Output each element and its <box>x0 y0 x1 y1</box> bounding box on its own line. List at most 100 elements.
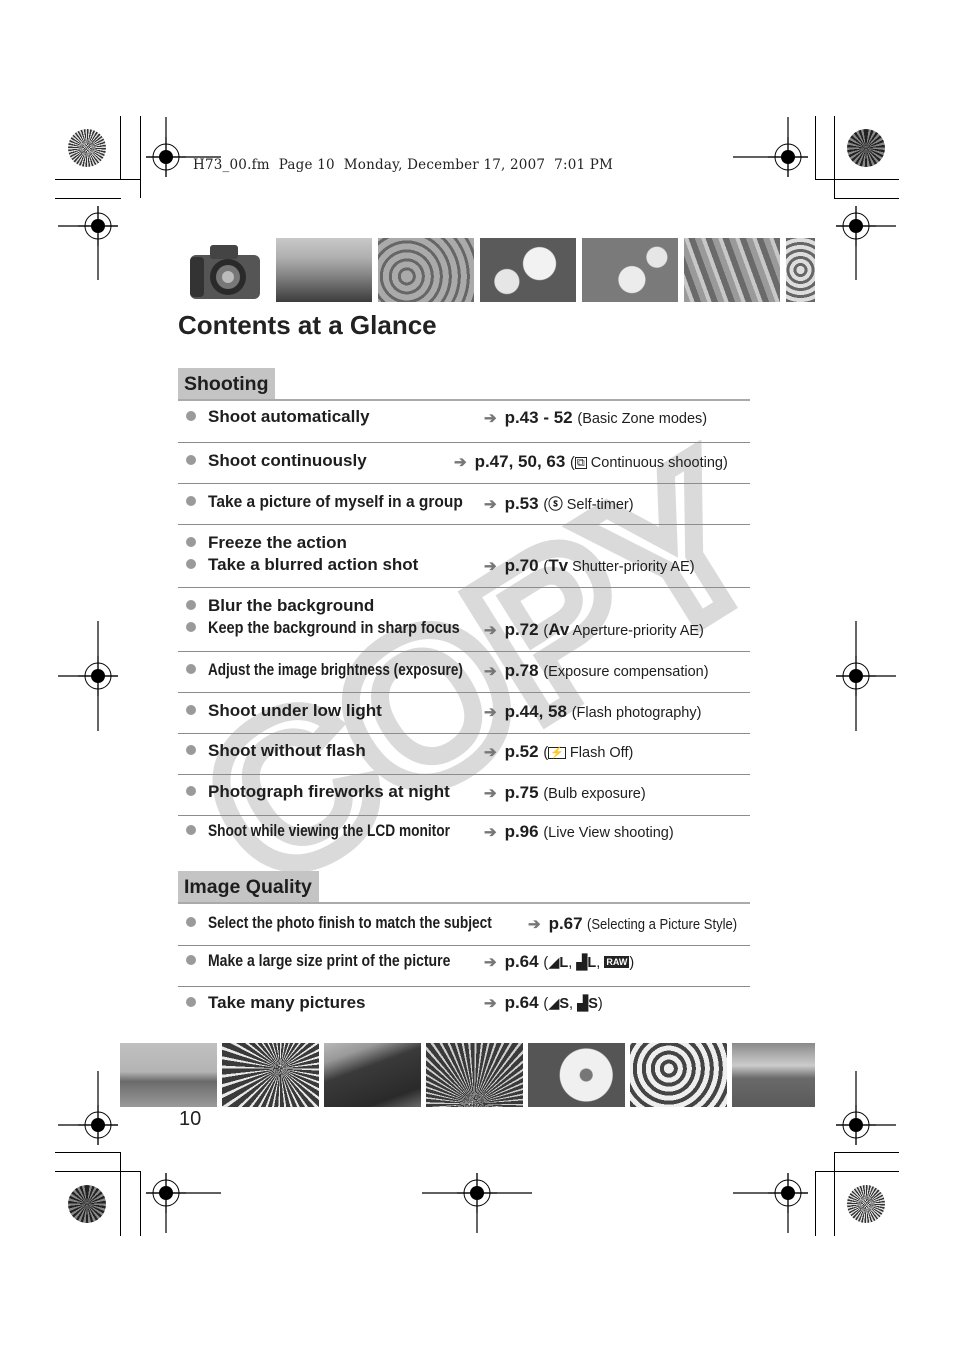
quality-fine-icon: ◢ <box>548 955 560 971</box>
registration-target <box>733 117 809 178</box>
bullet-icon <box>186 825 196 835</box>
registration-target <box>58 621 119 731</box>
registration-target <box>835 1071 896 1146</box>
bullet-icon <box>186 559 196 569</box>
bullet-icon <box>186 786 196 796</box>
page-reference[interactable]: ➔ p.75 (Bulb exposure) <box>484 783 646 803</box>
row-divider <box>178 733 750 734</box>
photo-mountain <box>276 238 372 302</box>
quality-normal-icon: ▟ <box>576 955 588 971</box>
flash-off-icon: ⚡ <box>548 747 566 759</box>
photo-ice-floes <box>378 238 474 302</box>
bullet-icon <box>186 600 196 610</box>
row-divider <box>178 815 750 816</box>
registration-target <box>58 1071 119 1146</box>
section-rule <box>178 902 750 904</box>
bullet-icon <box>186 955 196 965</box>
photo-meadow <box>732 1043 815 1107</box>
arrow-icon: ➔ <box>528 916 541 933</box>
arrow-icon: ➔ <box>484 785 497 802</box>
bullet-icon <box>186 997 196 1007</box>
list-item: Take a blurred action shot <box>186 555 418 575</box>
arrow-icon: ➔ <box>484 558 497 575</box>
list-item: Shoot while viewing the LCD monitor <box>186 822 500 841</box>
bullet-icon <box>186 745 196 755</box>
continuous-shooting-icon: ⧉ <box>574 457 587 469</box>
list-item: Take many pictures <box>186 993 365 1013</box>
bullet-icon <box>186 705 196 715</box>
list-item: Keep the background in sharp focus <box>186 619 494 638</box>
photo-daffodils <box>480 238 576 302</box>
photo-leaves <box>684 238 780 302</box>
registration-target <box>145 1172 221 1233</box>
page-reference[interactable]: ➔ p.52 (⚡ Flash Off) <box>484 742 633 762</box>
bullet-icon <box>186 664 196 674</box>
list-item: Shoot automatically <box>186 407 370 427</box>
page-reference[interactable]: ➔ p.64 (◢S, ▟S) <box>484 993 603 1013</box>
list-item: Shoot under low light <box>186 701 382 721</box>
page-reference[interactable]: ➔ p.67 (Selecting a Picture Style) <box>528 914 754 934</box>
arrow-icon: ➔ <box>484 824 497 841</box>
raw-icon: RAW <box>604 956 630 968</box>
self-timer-icon: ⓢ <box>548 497 563 513</box>
registration-target <box>422 1172 532 1233</box>
page-reference[interactable]: ➔ p.43 - 52 (Basic Zone modes) <box>484 408 707 428</box>
registration-target <box>733 1172 809 1233</box>
page-reference[interactable]: ➔ p.44, 58 (Flash photography) <box>484 702 701 722</box>
photo-white-flowers <box>630 1043 727 1107</box>
row-divider <box>178 524 750 525</box>
page-reference[interactable]: ➔ p.70 (Tv Shutter-priority AE) <box>484 556 695 576</box>
photo-foxglove <box>786 238 815 302</box>
list-item: Freeze the action <box>186 533 347 553</box>
list-item: Blur the background <box>186 596 374 616</box>
bullet-icon <box>186 622 196 632</box>
bullet-icon <box>186 496 196 506</box>
row-divider <box>178 651 750 652</box>
radial-target-icon <box>847 129 885 167</box>
print-header: H73_00.fm Page 10 Monday, December 17, 2… <box>193 157 614 173</box>
radial-target-icon <box>847 1185 885 1223</box>
page-reference[interactable]: ➔ p.47, 50, 63 (⧉ Continuous shooting) <box>454 452 728 472</box>
arrow-icon: ➔ <box>454 454 467 471</box>
registration-target <box>58 205 119 280</box>
photo-clock-tower <box>120 1043 217 1107</box>
page-reference[interactable]: ➔ p.96 (Live View shooting) <box>484 822 674 842</box>
page-reference[interactable]: ➔ p.72 (Av Aperture-priority AE) <box>484 620 704 640</box>
arrow-icon: ➔ <box>484 663 497 680</box>
row-divider <box>178 442 750 443</box>
list-item: Shoot without flash <box>186 741 366 761</box>
photo-fireworks-burst <box>222 1043 319 1107</box>
row-divider <box>178 774 750 775</box>
photo-fireworks-fan <box>426 1043 523 1107</box>
list-item: Shoot continuously <box>186 451 367 471</box>
page-title: Contents at a Glance <box>178 310 437 340</box>
av-mode-icon: Av <box>548 620 570 639</box>
row-divider <box>178 986 750 987</box>
row-divider <box>178 483 750 484</box>
section-heading-image-quality: Image Quality <box>178 871 319 902</box>
arrow-icon: ➔ <box>484 622 497 639</box>
quality-fine-icon: ◢ <box>548 996 560 1012</box>
bullet-icon <box>186 411 196 421</box>
row-divider <box>178 945 750 946</box>
page-number: 10 <box>179 1108 202 1130</box>
page-reference[interactable]: ➔ p.53 (ⓢ Self-timer) <box>484 493 634 514</box>
list-item: Adjust the image brightness (exposure) <box>186 661 519 680</box>
registration-target <box>835 205 896 280</box>
radial-target-icon <box>68 129 106 167</box>
page-reference[interactable]: ➔ p.64 (◢L, ▟L, RAW) <box>484 952 634 972</box>
arrow-icon: ➔ <box>484 954 497 971</box>
page-reference[interactable]: ➔ p.78 (Exposure compensation) <box>484 661 709 681</box>
arrow-icon: ➔ <box>484 704 497 721</box>
section-heading-shooting: Shooting <box>178 368 276 399</box>
bullet-icon <box>186 537 196 547</box>
arrow-icon: ➔ <box>484 410 497 427</box>
camera-photo <box>190 245 260 299</box>
list-item: Select the photo finish to match the sub… <box>186 914 550 933</box>
row-divider <box>178 587 750 588</box>
list-item: Make a large size print of the picture <box>186 952 493 971</box>
row-divider <box>178 692 750 693</box>
bullet-icon <box>186 917 196 927</box>
arrow-icon: ➔ <box>484 496 497 513</box>
arrow-icon: ➔ <box>484 995 497 1012</box>
